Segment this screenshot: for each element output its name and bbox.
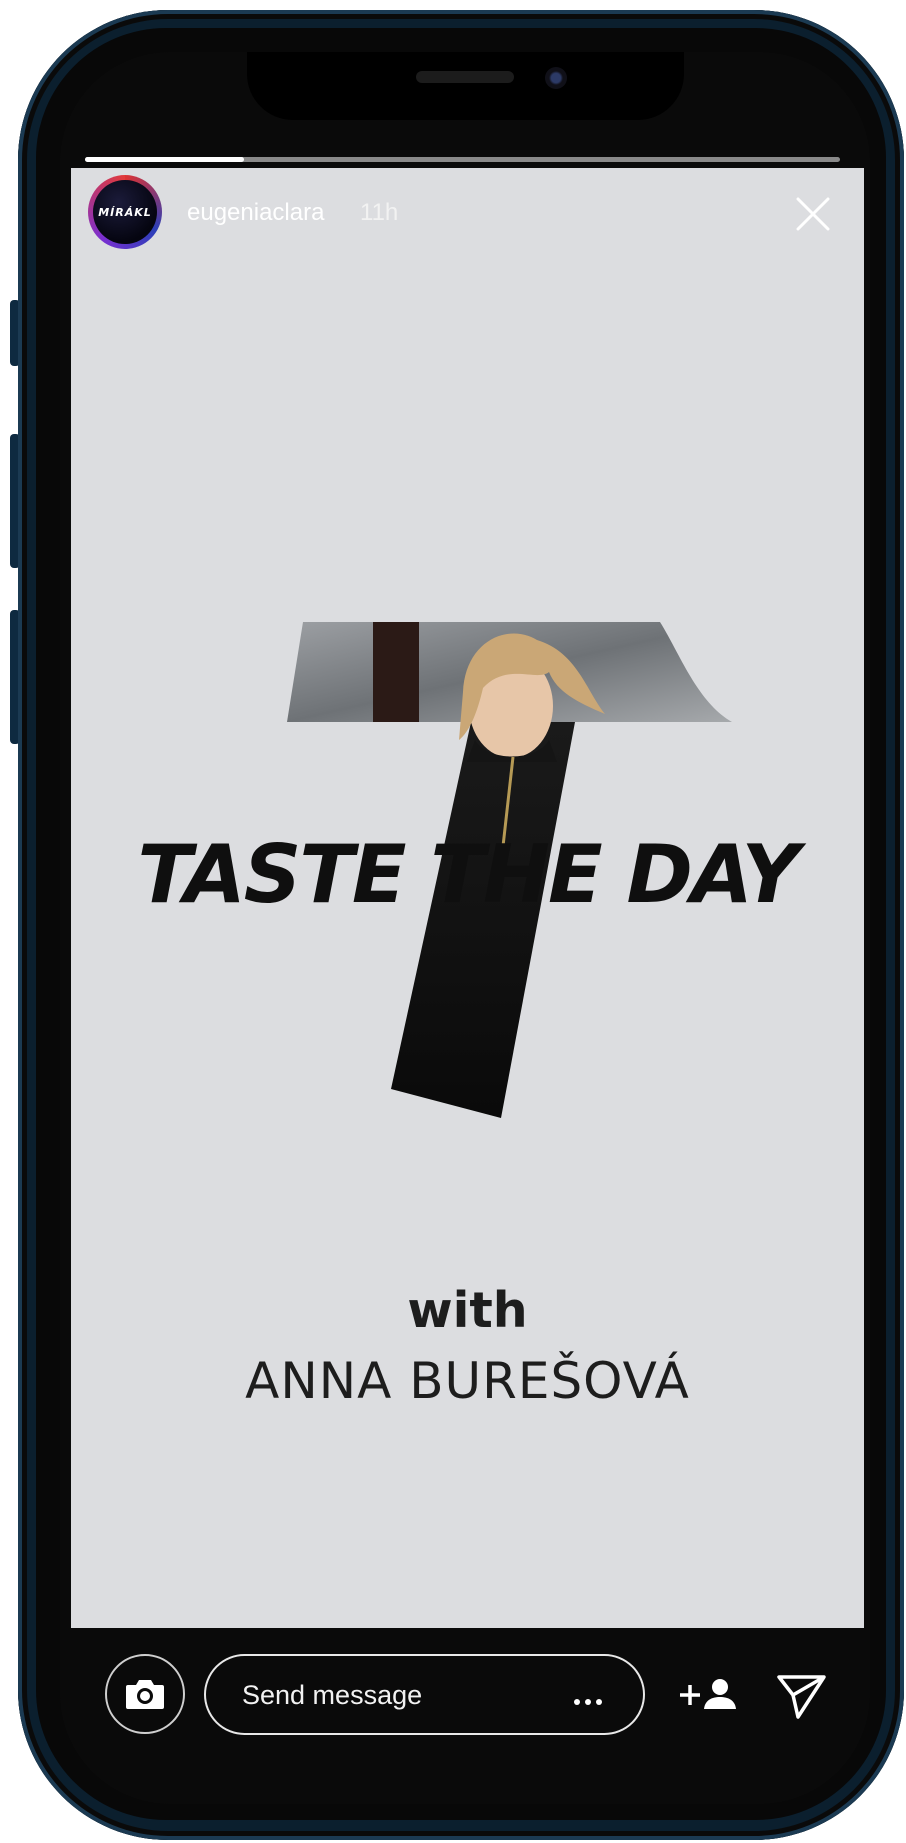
guest-name: ANNA BUREŠOVÁ xyxy=(245,1352,690,1410)
more-icon[interactable] xyxy=(574,1692,607,1710)
close-icon[interactable] xyxy=(796,197,830,231)
device-mockup: MÍRÁKL eugeniaclara 11h TASTE THE DAY wi… xyxy=(0,0,906,1843)
avatar[interactable]: MÍRÁKL xyxy=(88,175,162,249)
notch xyxy=(247,52,684,120)
story-progress-fill xyxy=(85,157,244,162)
with-label: with xyxy=(407,1282,528,1339)
avatar-logo-text: MÍRÁKL xyxy=(98,205,152,219)
front-camera xyxy=(545,67,567,89)
camera-icon xyxy=(126,1680,164,1709)
send-icon[interactable] xyxy=(776,1671,828,1721)
message-placeholder: Send message xyxy=(242,1680,423,1710)
username[interactable]: eugeniaclara xyxy=(187,199,324,227)
post-time: 11h xyxy=(360,199,399,226)
message-input[interactable]: Send message xyxy=(204,1654,645,1735)
avatar-logo: MÍRÁKL xyxy=(93,180,157,244)
story-headline: TASTE THE DAY xyxy=(137,828,799,921)
story-content[interactable]: MÍRÁKL eugeniaclara 11h TASTE THE DAY wi… xyxy=(71,168,864,1628)
story-progress-bar xyxy=(85,157,840,162)
add-person-icon[interactable] xyxy=(678,1676,738,1714)
camera-button[interactable] xyxy=(105,1654,185,1734)
earpiece-speaker xyxy=(416,71,514,83)
